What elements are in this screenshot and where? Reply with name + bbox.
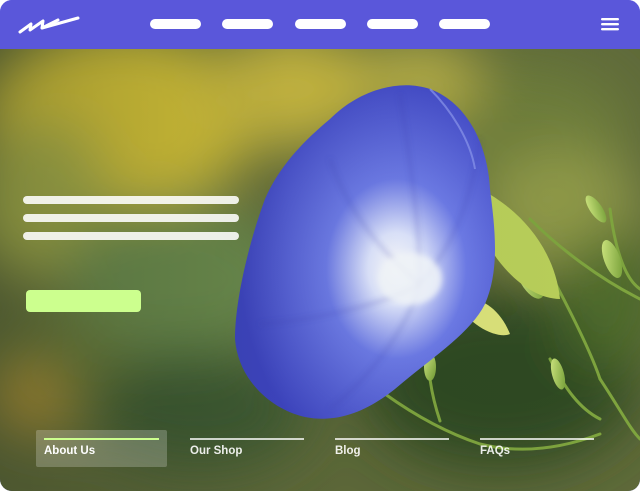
hero-section: About Us Our Shop Blog FAQs [0, 49, 640, 491]
tab-blog[interactable]: Blog [327, 430, 449, 467]
hero-cta-button[interactable] [26, 290, 141, 312]
tab-faqs-label: FAQs [480, 445, 511, 457]
hamburger-menu-icon[interactable] [600, 15, 620, 33]
page-frame: About Us Our Shop Blog FAQs [0, 0, 640, 491]
tab-about-us[interactable]: About Us [36, 430, 167, 467]
wave-logo-icon[interactable] [18, 15, 80, 35]
nav-link-3[interactable] [295, 19, 346, 29]
hero-text-line-3 [23, 232, 239, 240]
hero-text-line-2 [23, 214, 239, 222]
tab-our-shop-rule [190, 438, 304, 440]
tab-about-us-label: About Us [44, 445, 96, 457]
tab-our-shop-label: Our Shop [190, 445, 243, 457]
tab-faqs-rule [480, 438, 594, 440]
nav-link-4[interactable] [367, 19, 418, 29]
tab-our-shop[interactable]: Our Shop [182, 430, 304, 467]
nav-link-5[interactable] [439, 19, 490, 29]
top-navbar [0, 0, 640, 49]
tab-about-us-rule [44, 438, 159, 440]
nav-link-1[interactable] [150, 19, 201, 29]
tab-blog-label: Blog [335, 445, 361, 457]
hero-text-line-1 [23, 196, 239, 204]
hero-overlay [0, 49, 640, 491]
nav-link-2[interactable] [222, 19, 273, 29]
tab-blog-rule [335, 438, 449, 440]
tab-faqs[interactable]: FAQs [472, 430, 594, 467]
